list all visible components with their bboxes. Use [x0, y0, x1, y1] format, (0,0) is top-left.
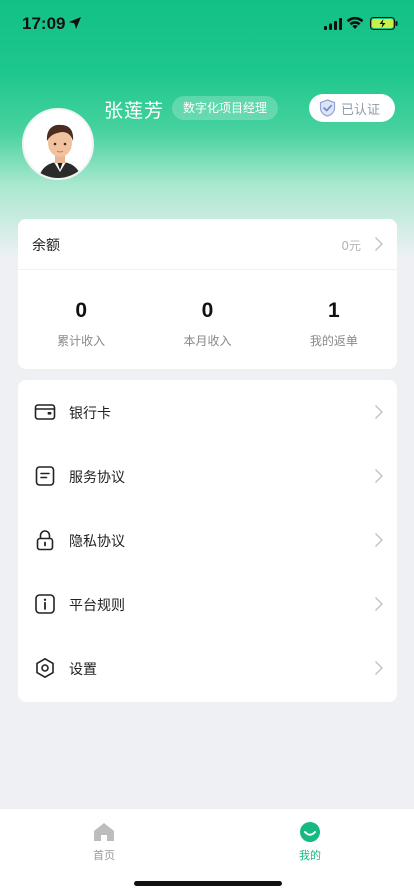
status-bar: 17:09: [0, 0, 414, 50]
location-arrow-icon: [69, 17, 81, 29]
settings-icon: [36, 658, 54, 678]
balance-row[interactable]: 余额 0元: [18, 219, 397, 270]
chevron-right-icon: [375, 405, 383, 419]
document-icon: [35, 466, 55, 486]
menu-item-label: 服务协议: [69, 470, 125, 486]
menu-item-privacy-agreement[interactable]: 隐私协议: [18, 508, 397, 572]
chevron-right-icon: [375, 469, 383, 483]
stat-monthly-income[interactable]: 0 本月收入: [144, 299, 270, 349]
menu-item-settings[interactable]: 设置: [18, 636, 397, 700]
verified-badge[interactable]: 已认证: [309, 94, 395, 122]
role-badge: 数字化项目经理: [172, 96, 279, 120]
menu-item-label: 隐私协议: [69, 534, 125, 550]
home-indicator: [134, 881, 282, 886]
stat-total-income[interactable]: 0 累计收入: [18, 299, 144, 349]
menu-item-service-agreement[interactable]: 服务协议: [18, 444, 397, 508]
home-icon: [94, 823, 114, 841]
chevron-right-icon: [375, 533, 383, 547]
menu-item-label: 平台规则: [69, 598, 125, 614]
settings-menu: 银行卡 服务协议 隐私协议 平台规则 设置: [18, 380, 397, 702]
tab-label: 首页: [93, 849, 115, 862]
stat-value: 0: [75, 299, 87, 322]
menu-item-label: 银行卡: [69, 406, 111, 422]
stat-my-returns[interactable]: 1 我的返单: [271, 299, 397, 349]
verified-label: 已认证: [341, 102, 381, 118]
status-time: 17:09: [22, 14, 66, 33]
info-icon: [35, 594, 55, 614]
lock-icon: [36, 530, 54, 551]
menu-item-label: 设置: [69, 662, 97, 678]
wifi-icon: [346, 16, 364, 29]
stat-label: 累计收入: [57, 334, 106, 348]
stat-value: 0: [201, 299, 214, 322]
battery-charging-icon: [370, 17, 398, 30]
avatar[interactable]: [22, 108, 94, 180]
menu-item-bank-card[interactable]: 银行卡: [18, 380, 397, 444]
chevron-right-icon: [375, 237, 383, 251]
stat-label: 我的返单: [309, 334, 358, 348]
tab-mine[interactable]: 我的: [280, 821, 340, 863]
verified-shield-icon: [319, 99, 336, 117]
tab-label: 我的: [299, 849, 321, 862]
balance-label: 余额: [32, 238, 60, 254]
tab-home[interactable]: 首页: [74, 821, 134, 863]
cellular-signal-icon: [324, 18, 342, 30]
balance-value: 0元: [341, 239, 361, 253]
stat-value: 1: [327, 299, 340, 322]
profile-icon: [300, 822, 320, 842]
income-stats: 0 累计收入 0 本月收入 1 我的返单: [18, 299, 397, 349]
menu-item-platform-rules[interactable]: 平台规则: [18, 572, 397, 636]
stat-label: 本月收入: [183, 334, 232, 348]
balance-card: 余额 0元 0 累计收入 0 本月收入 1 我的返单: [18, 219, 397, 369]
wallet-icon: [34, 404, 56, 420]
user-name: 张莲芳: [104, 100, 165, 122]
chevron-right-icon: [375, 661, 383, 675]
chevron-right-icon: [375, 597, 383, 611]
